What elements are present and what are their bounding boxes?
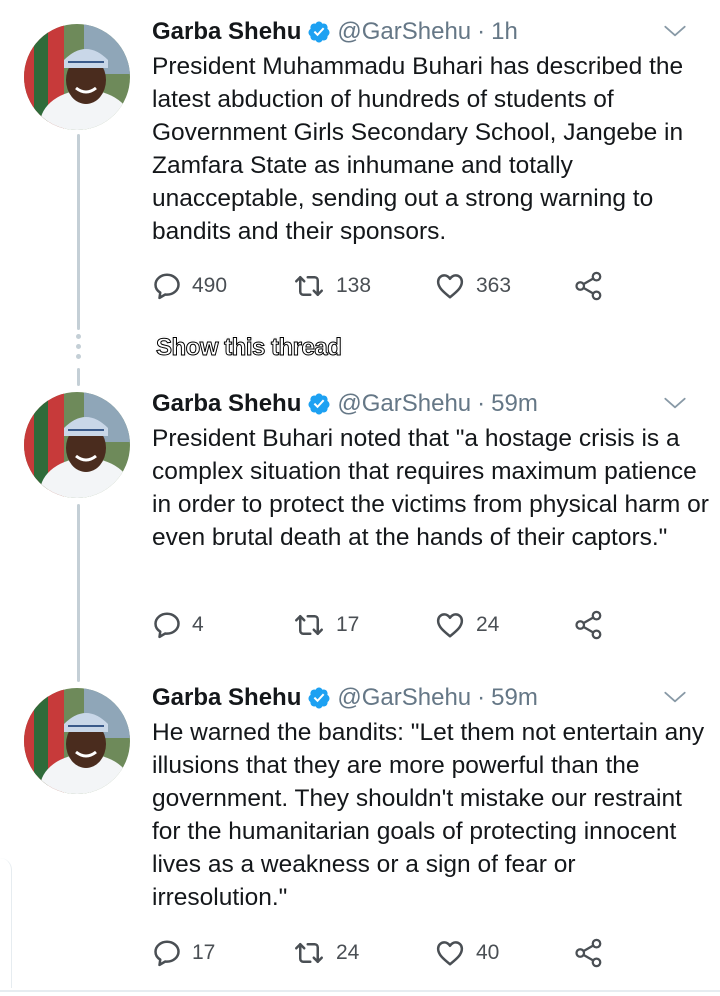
tweet-actions: 490 138 363 xyxy=(152,266,604,306)
timestamp[interactable]: 59m xyxy=(491,390,538,418)
author-name[interactable]: Garba Shehu xyxy=(152,390,301,418)
share-button[interactable] xyxy=(574,271,604,301)
tweet-header: Garba Shehu @GarShehu · 59m xyxy=(152,388,700,420)
retweet-icon xyxy=(292,271,326,301)
author-handle[interactable]: @GarShehu xyxy=(337,18,471,46)
author-name[interactable]: Garba Shehu xyxy=(152,684,301,712)
avatar[interactable] xyxy=(24,392,130,498)
like-icon xyxy=(434,610,466,640)
reply-button[interactable]: 4 xyxy=(152,610,292,640)
separator: · xyxy=(477,684,486,711)
like-button[interactable]: 24 xyxy=(434,610,574,640)
reply-button[interactable]: 17 xyxy=(152,938,292,968)
tweet-header: Garba Shehu @GarShehu · 59m xyxy=(152,682,700,714)
like-button[interactable]: 363 xyxy=(434,271,574,301)
divider xyxy=(0,990,720,992)
tweet-text: President Buhari noted that "a hostage c… xyxy=(152,425,709,551)
share-button[interactable] xyxy=(574,610,604,640)
verified-badge-icon xyxy=(307,392,331,416)
verified-badge-icon xyxy=(307,20,331,44)
retweet-icon xyxy=(292,938,326,968)
author-handle[interactable]: @GarShehu xyxy=(337,684,471,712)
reply-count: 490 xyxy=(192,274,228,297)
verified-badge-icon xyxy=(307,686,331,710)
like-count: 24 xyxy=(476,613,500,636)
avatar[interactable] xyxy=(24,688,130,794)
separator: · xyxy=(477,390,486,417)
tweet-text: He warned the bandits: "Let them not ent… xyxy=(152,719,705,911)
retweet-icon xyxy=(292,610,326,640)
author-handle[interactable]: @GarShehu xyxy=(337,390,471,418)
retweet-button[interactable]: 24 xyxy=(292,938,434,968)
chevron-down-icon[interactable] xyxy=(662,390,688,416)
tweet-text: President Muhammadu Buhari has described… xyxy=(152,53,684,245)
retweet-count: 138 xyxy=(336,274,372,297)
share-icon xyxy=(574,271,604,301)
like-count: 40 xyxy=(476,941,500,964)
like-icon xyxy=(434,271,466,301)
share-icon xyxy=(574,938,604,968)
thread-line-upper xyxy=(77,134,80,330)
tweet-header: Garba Shehu @GarShehu · 1h xyxy=(152,16,700,48)
show-this-thread-link[interactable]: Show this thread xyxy=(155,334,342,362)
thread-gap-dots xyxy=(75,334,82,364)
retweet-button[interactable]: 138 xyxy=(292,271,434,301)
timestamp[interactable]: 59m xyxy=(491,684,538,712)
thread-line-middle xyxy=(77,368,80,386)
chevron-down-icon[interactable] xyxy=(662,684,688,710)
tweet-actions: 17 24 40 xyxy=(152,933,604,973)
retweet-count: 24 xyxy=(336,941,360,964)
timestamp[interactable]: 1h xyxy=(491,18,518,46)
reply-icon xyxy=(152,938,182,968)
retweet-button[interactable]: 17 xyxy=(292,610,434,640)
reply-count: 4 xyxy=(192,613,204,636)
like-count: 363 xyxy=(476,274,512,297)
chevron-down-icon[interactable] xyxy=(662,18,688,44)
thread-line-lower xyxy=(77,504,80,682)
compose-edge xyxy=(0,858,12,988)
share-button[interactable] xyxy=(574,938,604,968)
avatar[interactable] xyxy=(24,24,130,130)
reply-icon xyxy=(152,610,182,640)
reply-icon xyxy=(152,271,182,301)
reply-count: 17 xyxy=(192,941,216,964)
like-icon xyxy=(434,938,466,968)
reply-button[interactable]: 490 xyxy=(152,271,292,301)
share-icon xyxy=(574,610,604,640)
tweet-actions: 4 17 24 xyxy=(152,605,604,645)
separator: · xyxy=(477,18,486,45)
like-button[interactable]: 40 xyxy=(434,938,574,968)
author-name[interactable]: Garba Shehu xyxy=(152,18,301,46)
retweet-count: 17 xyxy=(336,613,360,636)
